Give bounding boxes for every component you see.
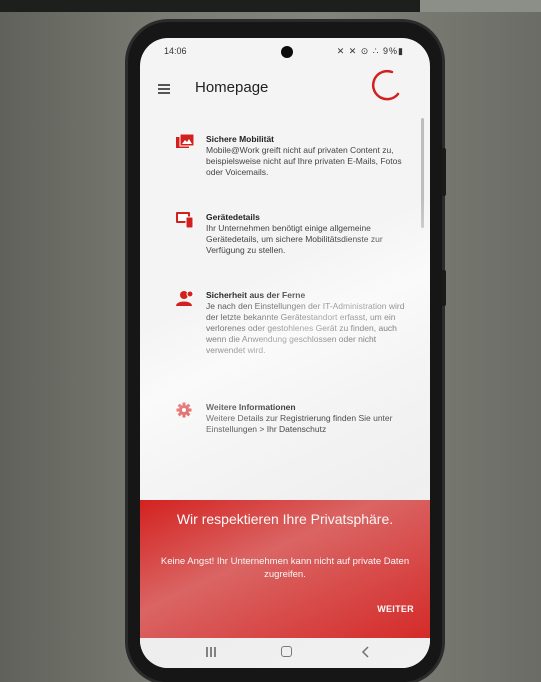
item-body: Mobile@Work greift nicht auf privaten Co… xyxy=(206,145,402,177)
system-navigation-bar xyxy=(140,638,430,668)
remote-user-icon xyxy=(176,290,194,306)
item-heading: Gerätedetails xyxy=(206,212,260,222)
status-icons: ✕ ✕ ⊙ ∴ 9%▮ xyxy=(336,46,404,56)
back-icon[interactable] xyxy=(360,646,372,658)
app-bar: Homepage xyxy=(140,64,430,106)
loading-spinner-icon xyxy=(371,69,400,101)
status-time: 14:06 xyxy=(164,46,187,56)
background-edge xyxy=(420,0,541,12)
volume-button xyxy=(441,148,446,196)
item-heading: Sicherheit aus der Ferne xyxy=(206,290,306,300)
phone-screen: 14:06 ✕ ✕ ⊙ ∴ 9%▮ Homepage Sichere Mobil… xyxy=(140,38,430,668)
privacy-panel: Wir respektieren Ihre Privatsphäre. Kein… xyxy=(140,500,430,638)
continue-button[interactable]: WEITER xyxy=(377,604,414,614)
item-heading: Weitere Informationen xyxy=(206,402,296,412)
power-button xyxy=(441,270,446,306)
gear-icon xyxy=(176,402,192,418)
home-icon[interactable] xyxy=(281,646,292,657)
scrollbar[interactable] xyxy=(421,118,424,228)
privacy-headline: Wir respektieren Ihre Privatsphäre. xyxy=(176,511,394,527)
privacy-text: Keine Angst! Ihr Unternehmen kann nicht … xyxy=(160,556,410,580)
recent-apps-icon[interactable] xyxy=(206,647,216,657)
hamburger-menu-icon[interactable] xyxy=(158,84,170,94)
item-body: Weitere Details zur Registrierung finden… xyxy=(206,413,393,434)
image-icon xyxy=(176,134,194,148)
page-title: Homepage xyxy=(195,79,269,96)
item-body: Je nach den Einstellungen der IT-Adminis… xyxy=(206,301,405,355)
item-heading: Sichere Mobilität xyxy=(206,134,275,144)
device-icon xyxy=(176,212,194,228)
item-body: Ihr Unternehmen benötigt einige allgemei… xyxy=(206,223,383,255)
status-bar: 14:06 ✕ ✕ ⊙ ∴ 9%▮ xyxy=(140,44,430,60)
